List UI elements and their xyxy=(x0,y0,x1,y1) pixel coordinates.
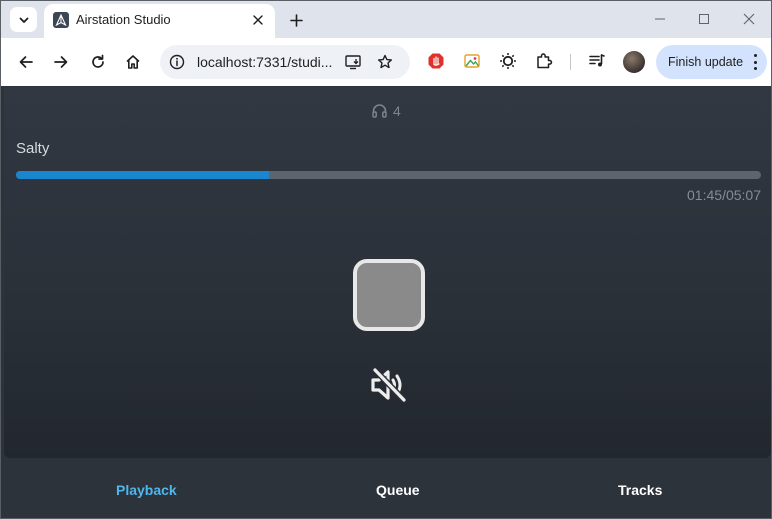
nav-queue[interactable]: Queue xyxy=(376,482,420,498)
site-info-icon[interactable] xyxy=(167,52,187,72)
sun-extension-icon[interactable] xyxy=(497,50,519,72)
maximize-icon xyxy=(699,14,709,24)
browser-tab-active[interactable]: Airstation Studio xyxy=(44,4,275,38)
forward-button[interactable] xyxy=(48,49,74,75)
track-title: Salty xyxy=(16,140,50,157)
minimize-button[interactable] xyxy=(646,7,674,31)
bookmark-star-icon[interactable] xyxy=(375,52,395,72)
finish-update-label: Finish update xyxy=(668,55,744,69)
home-icon xyxy=(126,55,140,69)
arrow-left-icon xyxy=(19,56,33,68)
back-button[interactable] xyxy=(13,49,39,75)
media-controls-icon[interactable] xyxy=(586,50,608,72)
close-icon xyxy=(743,13,755,25)
stop-button[interactable] xyxy=(353,259,425,331)
home-button[interactable] xyxy=(120,49,146,75)
playback-progress-fill xyxy=(16,171,270,179)
airstation-favicon-icon xyxy=(53,12,69,28)
toolbar-separator xyxy=(570,54,571,70)
browser-toolbar: localhost:7331/studi... Finish update xyxy=(1,38,771,86)
chevron-down-icon xyxy=(19,17,28,23)
elapsed-time: 01:45 xyxy=(687,187,723,203)
install-app-icon[interactable] xyxy=(343,52,363,72)
tab-close-button[interactable] xyxy=(249,11,267,29)
browser-window: Airstation Studio localhost:7331/studi..… xyxy=(0,0,772,519)
arrow-right-icon xyxy=(54,56,68,68)
tab-strip: Airstation Studio xyxy=(1,1,771,38)
extensions-puzzle-icon[interactable] xyxy=(533,50,555,72)
plus-icon xyxy=(289,13,303,27)
tab-title: Airstation Studio xyxy=(76,12,171,27)
more-vertical-icon xyxy=(752,54,758,70)
minimize-icon xyxy=(655,18,665,20)
reload-icon xyxy=(92,54,104,68)
mute-toggle-button[interactable] xyxy=(368,365,410,405)
url-text: localhost:7331/studi... xyxy=(197,54,333,70)
headphones-icon xyxy=(372,104,387,118)
address-bar[interactable]: localhost:7331/studi... xyxy=(160,45,410,79)
total-duration: 05:07 xyxy=(725,187,761,203)
close-window-button[interactable] xyxy=(735,7,763,31)
nav-tracks[interactable]: Tracks xyxy=(618,482,662,498)
airstation-app: 4 Salty 01:45/05:07 Playback Queue Track… xyxy=(1,86,771,518)
maximize-button[interactable] xyxy=(690,7,718,31)
playback-progress-bar[interactable] xyxy=(16,171,761,179)
profile-avatar[interactable] xyxy=(623,51,645,73)
player-panel: 4 Salty 01:45/05:07 xyxy=(4,87,771,458)
ublock-extension-icon[interactable] xyxy=(425,50,447,72)
nav-playback[interactable]: Playback xyxy=(116,482,177,498)
listener-count: 4 xyxy=(393,103,401,119)
image-extension-icon[interactable] xyxy=(461,50,483,72)
close-icon xyxy=(253,15,263,25)
volume-muted-icon xyxy=(371,367,407,403)
reload-button[interactable] xyxy=(85,49,111,75)
tab-search-button[interactable] xyxy=(10,7,37,32)
finish-update-button[interactable]: Finish update xyxy=(656,45,767,79)
bottom-navigation: Playback Queue Tracks xyxy=(1,458,771,518)
new-tab-button[interactable] xyxy=(285,9,307,31)
listener-counter: 4 xyxy=(372,102,401,120)
playback-time: 01:45/05:07 xyxy=(687,187,761,203)
